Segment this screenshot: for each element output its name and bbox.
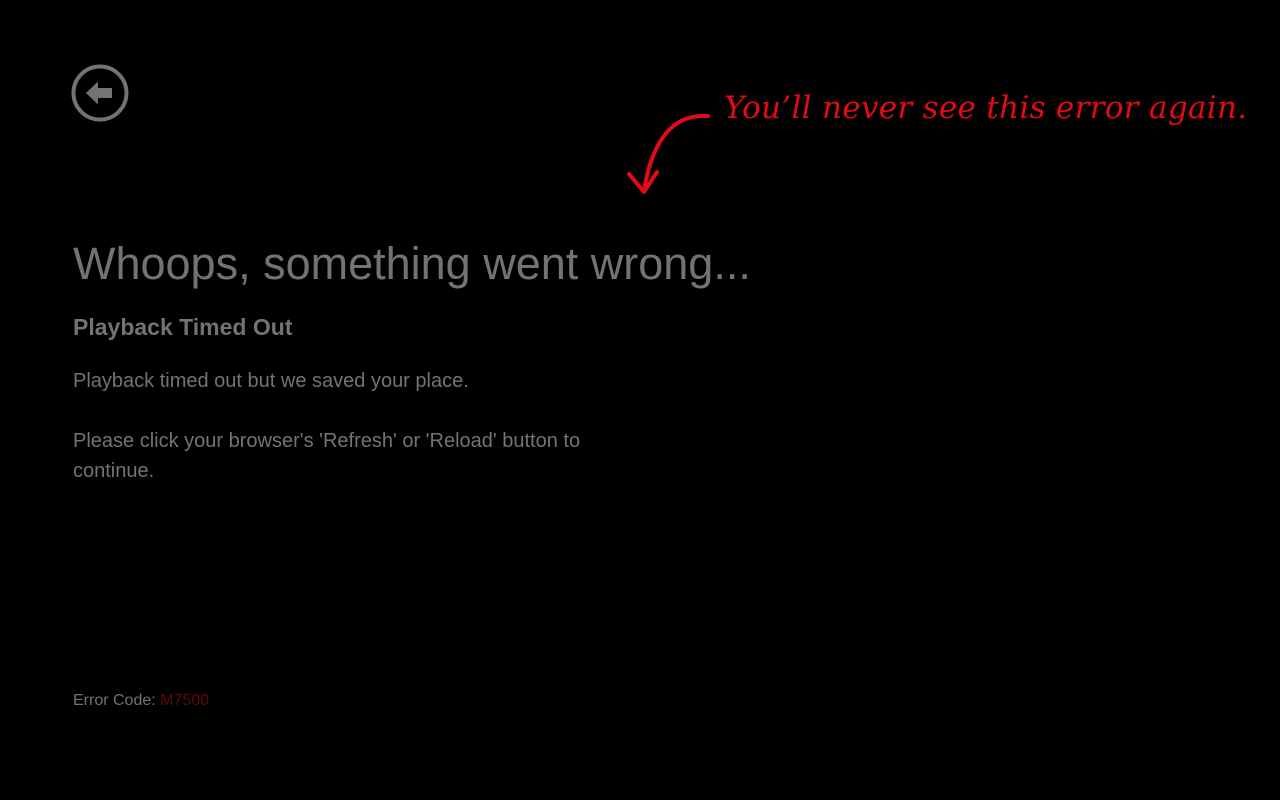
error-code-label: Error Code: <box>73 692 156 709</box>
error-code-line: Error Code: M7500 <box>73 690 209 712</box>
back-button[interactable] <box>70 63 130 123</box>
arrow-left-circle-icon <box>71 64 129 122</box>
error-code-value: M7500 <box>160 692 210 709</box>
error-message: Playback timed out but we saved your pla… <box>73 370 469 392</box>
error-instructions: Please click your browser's 'Refresh' or… <box>73 430 581 482</box>
curved-arrow-down-icon <box>627 113 710 194</box>
error-headline: Whoops, something went wrong... <box>73 238 751 289</box>
error-title: Playback Timed Out <box>73 314 293 340</box>
annotation-text: You’ll never see this error again. <box>724 90 1248 126</box>
